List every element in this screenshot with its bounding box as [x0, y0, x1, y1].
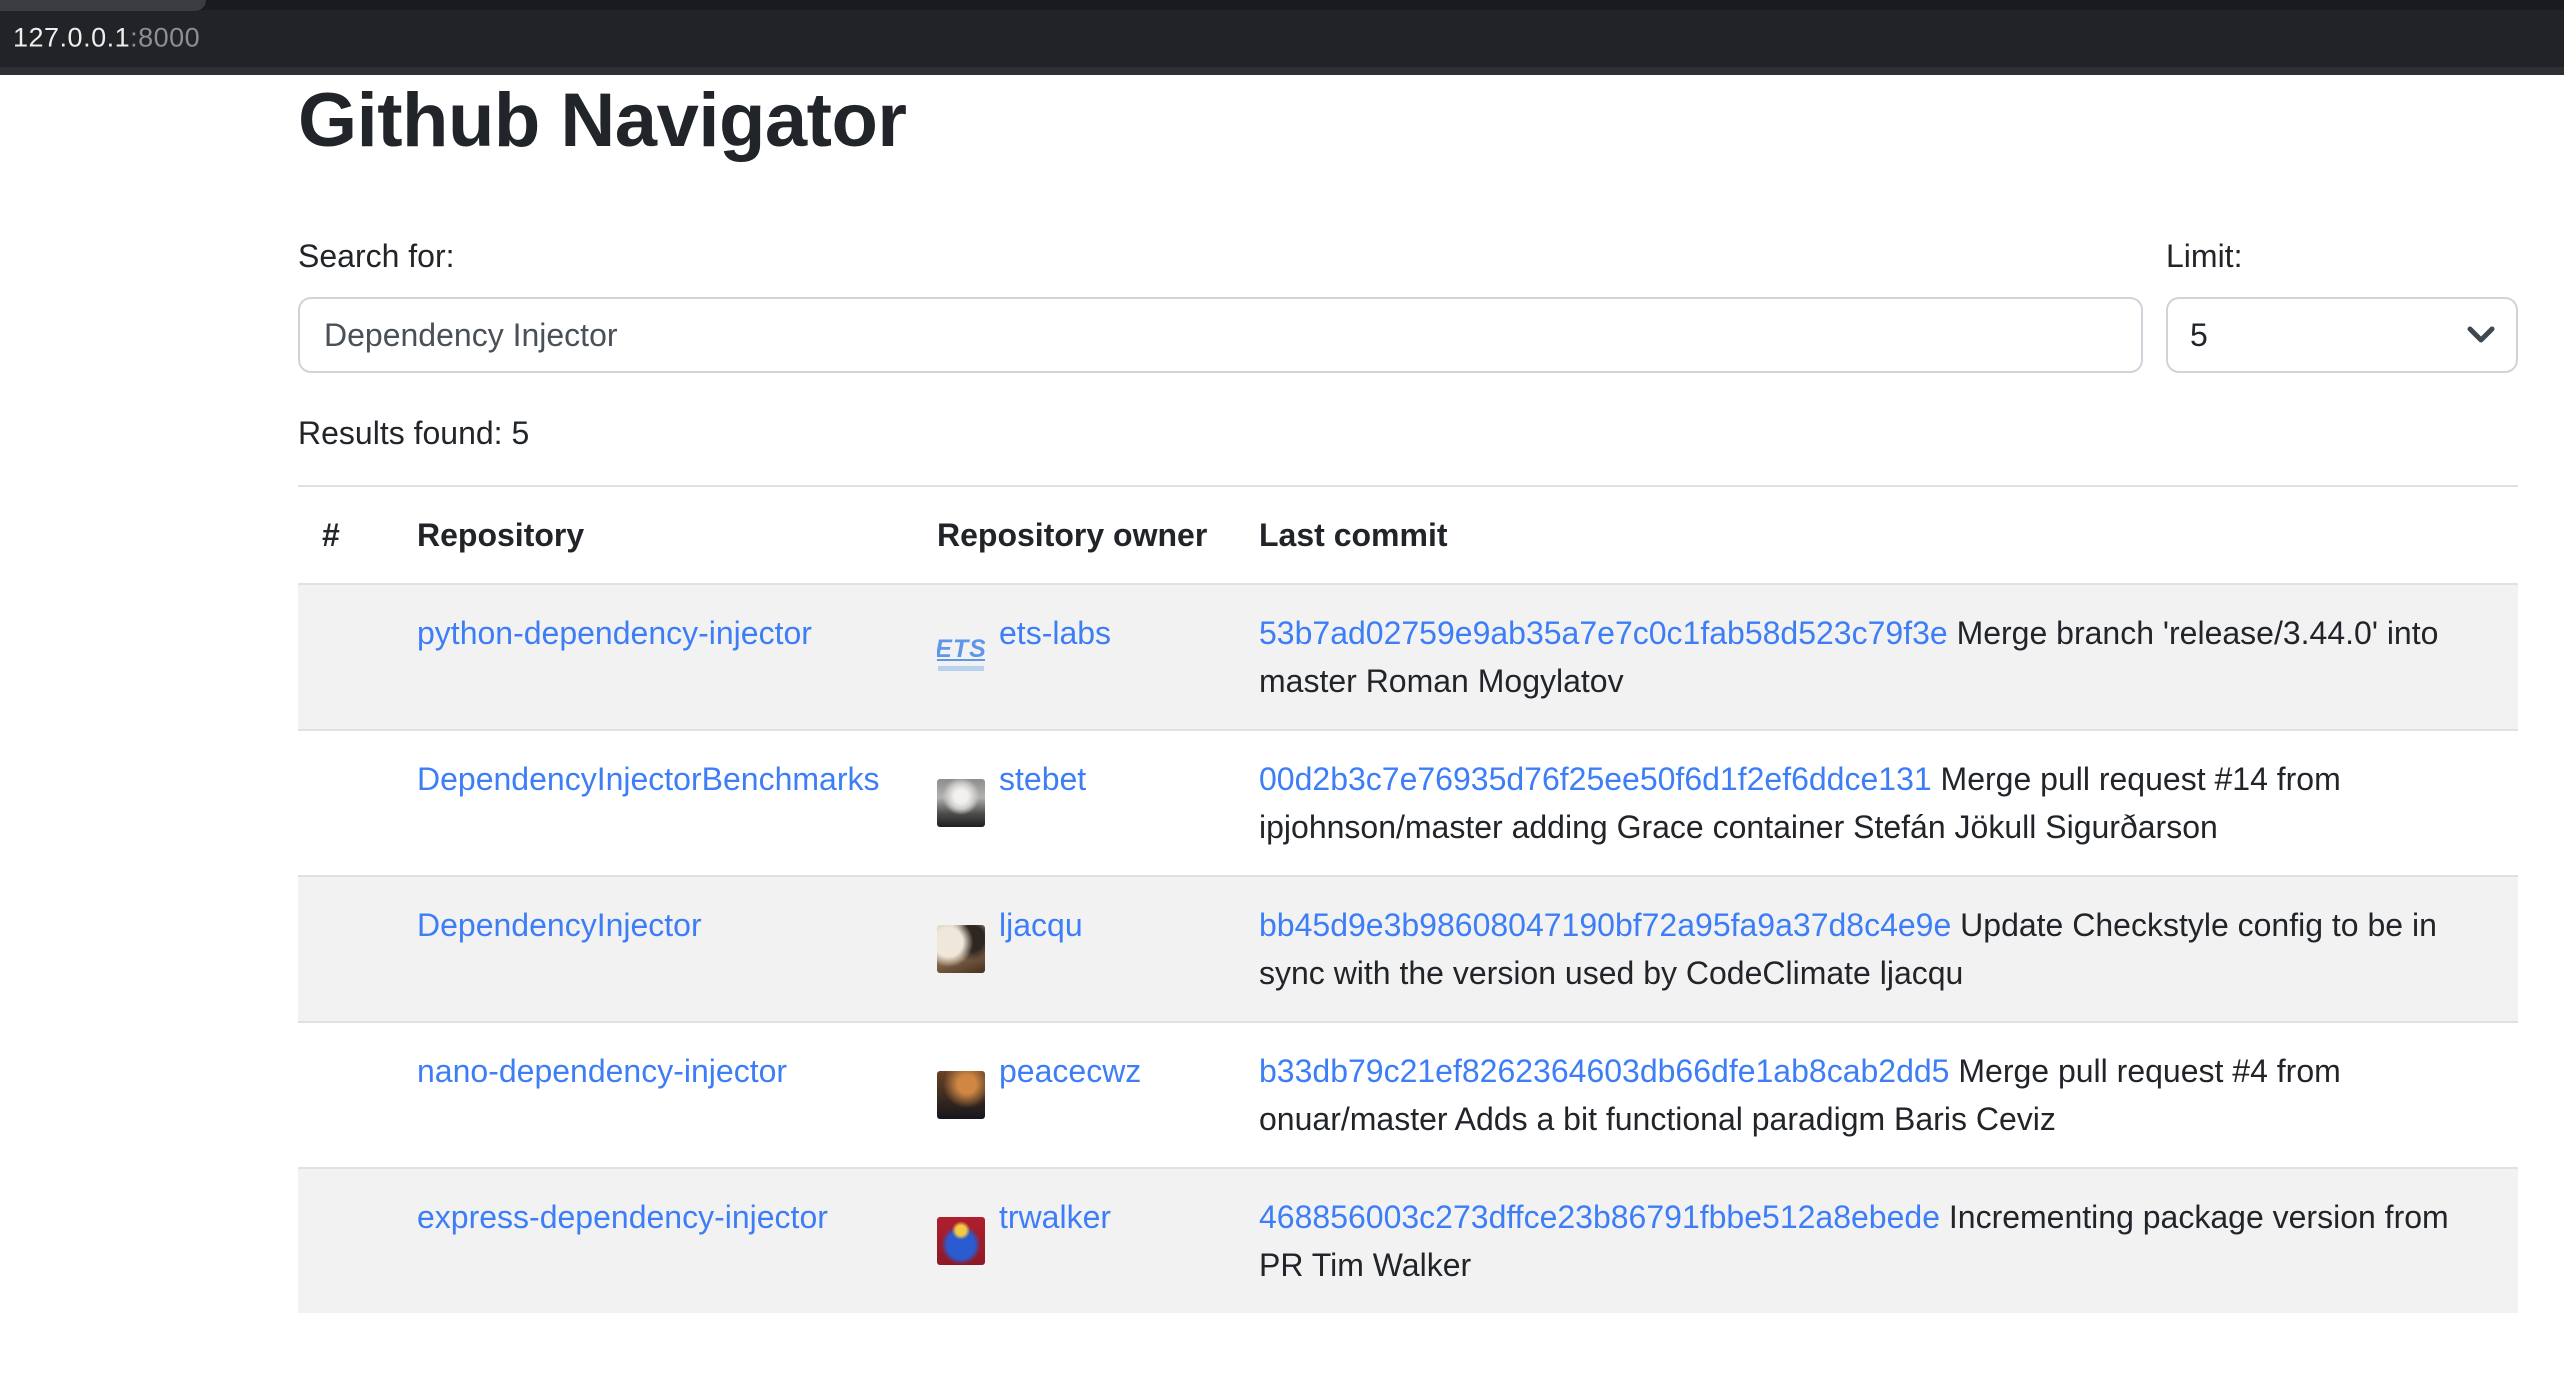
header-last-commit: Last commit	[1235, 486, 2518, 584]
row-number-cell	[298, 584, 393, 730]
search-group: Search for:	[298, 232, 2143, 373]
row-number-cell	[298, 730, 393, 876]
last-commit-cell: 53b7ad02759e9ab35a7e7c0c1fab58d523c79f3e…	[1235, 584, 2518, 730]
repository-link[interactable]: python-dependency-injector	[417, 615, 812, 651]
repository-link[interactable]: DependencyInjectorBenchmarks	[417, 761, 879, 797]
last-commit-cell: 468856003c273dffce23b86791fbbe512a8ebede…	[1235, 1168, 2518, 1313]
commit-hash-link[interactable]: 53b7ad02759e9ab35a7e7c0c1fab58d523c79f3e	[1259, 615, 1948, 651]
search-input[interactable]	[298, 297, 2143, 373]
owner-link[interactable]: ljacqu	[999, 907, 1083, 943]
table-row: DependencyInjector ljacqu bb45d9e3b98608…	[298, 876, 2518, 1022]
table-row: express-dependency-injector trwalker 468…	[298, 1168, 2518, 1313]
browser-tab-notch	[0, 0, 206, 11]
repository-cell: nano-dependency-injector	[393, 1022, 913, 1168]
browser-bottom-edge	[0, 67, 2564, 75]
owner-link[interactable]: ets-labs	[999, 615, 1111, 651]
browser-chrome: 127.0.0.1:8000	[0, 0, 2564, 75]
last-commit-cell: b33db79c21ef8262364603db66dfe1ab8cab2dd5…	[1235, 1022, 2518, 1168]
page-content: Github Navigator Search for: Limit: 5 Re…	[0, 75, 2564, 1313]
repository-link[interactable]: express-dependency-injector	[417, 1199, 828, 1235]
owner-link[interactable]: stebet	[999, 761, 1086, 797]
owner-avatar	[937, 1217, 985, 1265]
search-form: Search for: Limit: 5	[298, 232, 2518, 373]
url-port: :8000	[130, 22, 200, 52]
header-number: #	[298, 486, 393, 584]
owner-avatar: ETS	[937, 630, 985, 678]
row-number-cell	[298, 1168, 393, 1313]
results-count: Results found: 5	[298, 409, 2518, 457]
header-owner: Repository owner	[913, 486, 1235, 584]
last-commit-cell: bb45d9e3b98608047190bf72a95fa9a37d8c4e9e…	[1235, 876, 2518, 1022]
owner-avatar	[937, 925, 985, 973]
repository-cell: express-dependency-injector	[393, 1168, 913, 1313]
commit-hash-link[interactable]: 00d2b3c7e76935d76f25ee50f6d1f2ef6ddce131	[1259, 761, 1932, 797]
search-label: Search for:	[298, 232, 2143, 280]
owner-avatar	[937, 779, 985, 827]
page-title: Github Navigator	[298, 75, 2518, 166]
repository-link[interactable]: DependencyInjector	[417, 907, 702, 943]
row-number-cell	[298, 876, 393, 1022]
url-host: 127.0.0.1	[13, 22, 130, 52]
repository-cell: DependencyInjector	[393, 876, 913, 1022]
owner-link[interactable]: peacecwz	[999, 1053, 1141, 1089]
owner-cell: peacecwz	[913, 1022, 1235, 1168]
commit-hash-link[interactable]: bb45d9e3b98608047190bf72a95fa9a37d8c4e9e	[1259, 907, 1951, 943]
owner-avatar	[937, 1071, 985, 1119]
limit-group: Limit: 5	[2166, 232, 2518, 373]
header-repository: Repository	[393, 486, 913, 584]
owner-cell: trwalker	[913, 1168, 1235, 1313]
table-header: # Repository Repository owner Last commi…	[298, 486, 2518, 584]
commit-hash-link[interactable]: b33db79c21ef8262364603db66dfe1ab8cab2dd5	[1259, 1053, 1949, 1089]
owner-cell: ljacqu	[913, 876, 1235, 1022]
repositories-table: # Repository Repository owner Last commi…	[298, 485, 2518, 1313]
limit-select[interactable]: 5	[2166, 297, 2518, 373]
table-header-row: # Repository Repository owner Last commi…	[298, 486, 2518, 584]
table-row: DependencyInjectorBenchmarks stebet 00d2…	[298, 730, 2518, 876]
table-row: nano-dependency-injector peacecwz b33db7…	[298, 1022, 2518, 1168]
limit-select-wrap: 5	[2166, 297, 2518, 373]
owner-cell: ETS ets-labs	[913, 584, 1235, 730]
avatar-label: ETS	[937, 636, 985, 662]
owner-link[interactable]: trwalker	[999, 1199, 1111, 1235]
commit-hash-link[interactable]: 468856003c273dffce23b86791fbbe512a8ebede	[1259, 1199, 1940, 1235]
address-bar[interactable]: 127.0.0.1:8000	[13, 22, 200, 53]
row-number-cell	[298, 1022, 393, 1168]
repository-cell: python-dependency-injector	[393, 584, 913, 730]
owner-cell: stebet	[913, 730, 1235, 876]
last-commit-cell: 00d2b3c7e76935d76f25ee50f6d1f2ef6ddce131…	[1235, 730, 2518, 876]
limit-label: Limit:	[2166, 232, 2518, 280]
repository-cell: DependencyInjectorBenchmarks	[393, 730, 913, 876]
browser-top-edge	[0, 0, 2564, 10]
repository-link[interactable]: nano-dependency-injector	[417, 1053, 787, 1089]
table-body: python-dependency-injector ETS ets-labs 5…	[298, 584, 2518, 1313]
table-row: python-dependency-injector ETS ets-labs 5…	[298, 584, 2518, 730]
